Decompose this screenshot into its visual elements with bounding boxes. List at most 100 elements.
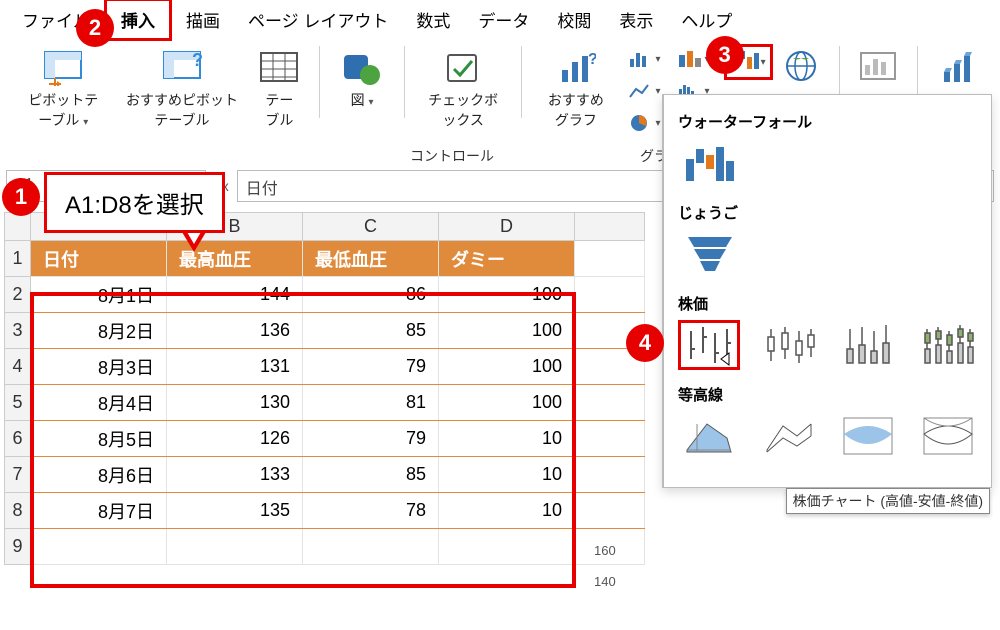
stock-ohlc-thumb[interactable] <box>758 320 820 370</box>
cell-B5[interactable]: 130 <box>167 385 303 421</box>
menu-review[interactable]: 校閲 <box>543 1 605 38</box>
menu-help[interactable]: ヘルプ <box>667 1 746 38</box>
ribbon-label: ピボットテーブル ▾ <box>22 90 105 130</box>
ribbon-label: テーブル <box>259 90 299 130</box>
cell-B6[interactable]: 126 <box>167 421 303 457</box>
cell-A6[interactable]: 8月5日 <box>31 421 167 457</box>
group-label-control: コントロール <box>410 146 494 166</box>
badge-4: 4 <box>626 324 664 362</box>
ribbon-label: チェックボックス <box>425 90 502 130</box>
ribbon-pivot-chart[interactable] <box>849 42 907 90</box>
badge-2: 2 <box>76 9 114 47</box>
cell-C5[interactable]: 81 <box>303 385 439 421</box>
cell-D6[interactable]: 10 <box>439 421 575 457</box>
contour-fill-thumb[interactable] <box>838 411 900 461</box>
menu-view[interactable]: 表示 <box>605 1 667 38</box>
shapes-icon <box>340 46 384 90</box>
callout-select: A1:D8を選択 <box>44 172 225 233</box>
col-E[interactable] <box>575 213 645 241</box>
cell-B4[interactable]: 131 <box>167 349 303 385</box>
checkbox-icon <box>444 46 482 90</box>
menu-insert[interactable]: 挿入 <box>104 0 172 41</box>
row-1[interactable]: 1 <box>5 241 31 277</box>
cell-B3[interactable]: 136 <box>167 313 303 349</box>
badge-1: 1 <box>2 178 40 216</box>
row-8[interactable]: 8 <box>5 493 31 529</box>
stock-vohlc-thumb[interactable] <box>917 320 979 370</box>
ribbon-3dmap[interactable] <box>928 42 988 90</box>
row-6[interactable]: 6 <box>5 421 31 457</box>
ribbon-pivot-table[interactable]: ピボットテーブル ▾ <box>12 42 115 130</box>
section-surface: 等高線 <box>678 384 979 405</box>
cell-C3[interactable]: 85 <box>303 313 439 349</box>
ribbon-shapes[interactable]: 図 ▾ <box>330 42 394 110</box>
menu-formula[interactable]: 数式 <box>402 1 464 38</box>
ribbon-table[interactable]: テーブル <box>249 42 309 130</box>
surface-wire-thumb[interactable] <box>758 411 820 461</box>
cell-D8[interactable]: 10 <box>439 493 575 529</box>
col-D[interactable]: D <box>439 213 575 241</box>
select-all-corner[interactable] <box>5 213 31 241</box>
funnel-thumb[interactable] <box>678 229 742 279</box>
cell-A1[interactable]: 日付 <box>31 241 167 277</box>
col-C[interactable]: C <box>303 213 439 241</box>
row-5[interactable]: 5 <box>5 385 31 421</box>
cell-A7[interactable]: 8月6日 <box>31 457 167 493</box>
row-4[interactable]: 4 <box>5 349 31 385</box>
cell-B7[interactable]: 133 <box>167 457 303 493</box>
cell-D1[interactable]: ダミー <box>439 241 575 277</box>
rec-chart-icon: ? <box>556 46 596 90</box>
row-7[interactable]: 7 <box>5 457 31 493</box>
pivot-chart-icon <box>859 46 897 90</box>
svg-text:?: ? <box>588 51 596 68</box>
cell-C2[interactable]: 86 <box>303 277 439 313</box>
cell-A4[interactable]: 8月3日 <box>31 349 167 385</box>
cell-A8[interactable]: 8月7日 <box>31 493 167 529</box>
table-icon <box>259 46 299 90</box>
ribbon-rec-pivot[interactable]: ? おすすめピボットテーブル <box>115 42 250 130</box>
globe-icon <box>783 44 819 88</box>
menu-bar: ファイル 2 挿入 描画 ページ レイアウト 数式 データ 校閲 表示 ヘルプ <box>0 0 1000 38</box>
chart-dropdown-panel: ウォーターフォール じょうご 株価 4 等高線 <box>662 94 992 488</box>
stock-tooltip: 株価チャート (高値-安値-終値) <box>786 488 990 514</box>
row-3[interactable]: 3 <box>5 313 31 349</box>
rec-pivot-icon: ? <box>162 46 202 90</box>
section-waterfall: ウォーターフォール <box>678 111 979 132</box>
contour-wire-thumb[interactable] <box>917 411 979 461</box>
cell-C1[interactable]: 最低血圧 <box>303 241 439 277</box>
map3d-icon <box>938 46 978 90</box>
row-9[interactable]: 9 <box>5 529 31 565</box>
menu-data[interactable]: データ <box>464 1 543 38</box>
menu-page-layout[interactable]: ページ レイアウト <box>234 1 402 38</box>
ribbon-rec-chart[interactable]: ? おすすめグラフ <box>532 42 619 130</box>
cell-D7[interactable]: 10 <box>439 457 575 493</box>
cell-D2[interactable]: 100 <box>439 277 575 313</box>
mini-bar-chart[interactable]: ▾ <box>624 46 665 72</box>
cell-B2[interactable]: 144 <box>167 277 303 313</box>
ribbon-label: おすすめピボットテーブル <box>125 90 240 130</box>
ribbon-label: おすすめグラフ <box>542 90 609 130</box>
cell-C4[interactable]: 79 <box>303 349 439 385</box>
stock-vhlc-thumb[interactable] <box>838 320 900 370</box>
surface-3d-thumb[interactable] <box>678 411 740 461</box>
row-2[interactable]: 2 <box>5 277 31 313</box>
mini-pie-chart[interactable]: ▾ <box>624 110 665 136</box>
cell-A2[interactable]: 8月1日 <box>31 277 167 313</box>
cell-C7[interactable]: 85 <box>303 457 439 493</box>
cell-B8[interactable]: 135 <box>167 493 303 529</box>
cell-C8[interactable]: 78 <box>303 493 439 529</box>
ribbon-checkbox[interactable]: チェックボックス <box>415 42 512 130</box>
waterfall-thumb[interactable] <box>678 138 742 188</box>
ribbon-label: 図 ▾ <box>351 90 374 110</box>
stock-hlc-thumb[interactable] <box>678 320 740 370</box>
cell-C6[interactable]: 79 <box>303 421 439 457</box>
cell-D3[interactable]: 100 <box>439 313 575 349</box>
cell-D5[interactable]: 100 <box>439 385 575 421</box>
pivot-table-icon <box>43 46 83 90</box>
menu-draw[interactable]: 描画 <box>172 1 234 38</box>
cell-D4[interactable]: 100 <box>439 349 575 385</box>
mini-line-chart[interactable]: ▾ <box>624 78 665 104</box>
cell-A3[interactable]: 8月2日 <box>31 313 167 349</box>
cell-A5[interactable]: 8月4日 <box>31 385 167 421</box>
ribbon-map[interactable] <box>773 42 829 88</box>
